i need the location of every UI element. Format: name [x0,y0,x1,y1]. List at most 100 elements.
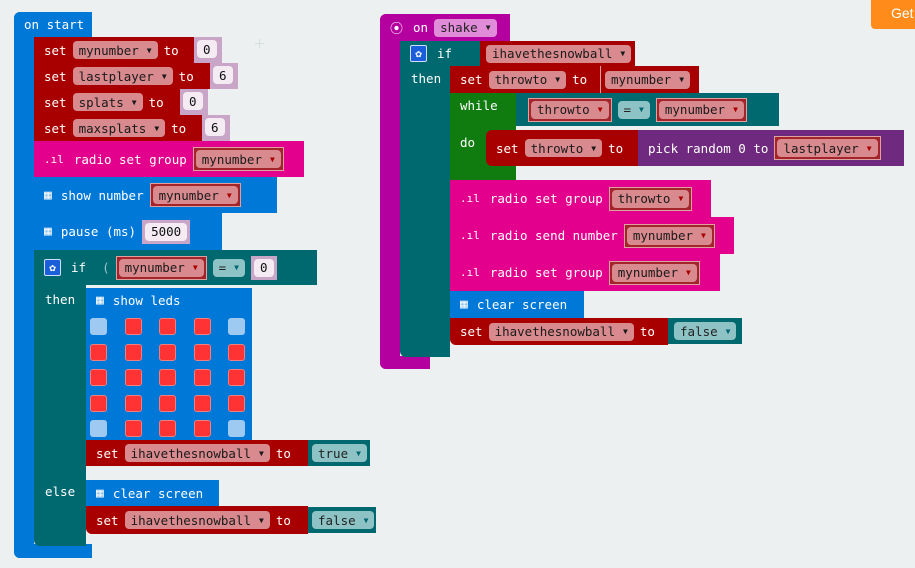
led-cell[interactable] [159,394,176,412]
number-input[interactable]: 0 [197,40,217,58]
number-input[interactable]: 6 [213,66,233,84]
led-cell[interactable] [193,420,211,437]
led-grid-icon: ▦ [460,297,468,312]
operator-dropdown[interactable]: = [212,258,245,277]
on-shake-block[interactable] [380,14,400,369]
led-cell[interactable] [124,420,142,437]
led-cell[interactable] [159,369,176,386]
show-leds-block[interactable]: ▦ show leds [86,288,252,440]
pick-random-block[interactable]: pick random 0 to lastplayer [638,130,904,166]
led-cell[interactable] [124,369,142,386]
set-ihavethesnowball-false-block[interactable]: set ihavethesnowball to [450,318,668,345]
led-cell[interactable] [193,318,211,335]
variable-dropdown[interactable]: maxsplats [72,119,166,137]
variable-dropdown[interactable]: ihavethesnowball [486,44,632,63]
variable-dropdown[interactable]: ihavethesnowball [124,511,270,529]
led-cell[interactable] [228,420,245,437]
variable-dropdown[interactable]: ihavethesnowball [488,322,634,341]
set-splats-block[interactable]: set splats to [34,89,180,115]
condition-reporter[interactable]: ihavethesnowball [480,41,635,66]
set-maxsplats-block[interactable]: set maxsplats to [34,115,202,141]
compare-value-input[interactable]: 0 [254,258,274,277]
show-number-block[interactable]: ▦ show number mynumber [34,177,277,213]
signal-icon: .ıl [44,152,64,166]
led-cell[interactable] [90,318,107,335]
led-cell[interactable] [159,343,176,361]
signal-icon: .ıl [460,266,480,279]
led-cell[interactable] [90,420,107,437]
gesture-dropdown[interactable]: shake [434,18,497,37]
radio-send-number-block[interactable]: .ıl radio send number mynumber [450,217,734,254]
variable-dropdown[interactable]: mynumber [72,41,158,59]
shake-if-block[interactable] [400,41,450,357]
shake-if-header[interactable]: ✿ if [400,41,480,66]
led-grid-icon: ▦ [96,293,104,308]
gear-icon[interactable]: ✿ [410,45,427,62]
variable-reporter[interactable]: mynumber [600,66,699,93]
boolean-wrap: true [308,440,370,466]
variable-reporter[interactable]: mynumber [115,255,207,280]
boolean-dropdown[interactable]: false [312,511,375,529]
led-cell[interactable] [124,394,142,412]
led-cell[interactable] [90,369,107,386]
led-cell[interactable] [193,369,211,386]
on-start-header[interactable]: on start [14,12,92,37]
variable-reporter[interactable]: mynumber [192,147,284,171]
operator-dropdown[interactable]: = [617,100,650,119]
pause-block[interactable]: ▦ pause (ms) 5000 [34,213,222,250]
variable-reporter[interactable]: mynumber [623,223,715,248]
set-throwto-block[interactable]: set throwto to [450,66,600,93]
variable-dropdown[interactable]: lastplayer [72,67,173,85]
set-ihavethesnowball-false-block[interactable]: set ihavethesnowball to [86,506,308,534]
led-grid-icon: ▦ [96,485,104,501]
clear-screen-block[interactable]: ▦ clear screen [86,480,219,506]
led-cell[interactable] [90,394,107,412]
gear-icon[interactable]: ✿ [44,259,61,276]
led-cell[interactable] [228,394,245,412]
variable-reporter[interactable]: throwto [528,97,612,122]
pause-ms-input[interactable]: 5000 [145,222,188,241]
variable-reporter[interactable]: mynumber [655,97,747,122]
number-input-wrap: 6 [202,115,230,141]
set-ihavethesnowball-true-block[interactable]: set ihavethesnowball to [86,440,308,466]
led-cell[interactable] [193,394,211,412]
led-cell[interactable] [159,420,176,437]
while-condition[interactable]: throwto = mynumber [516,93,779,126]
led-cell[interactable] [159,318,176,335]
on-start-block[interactable] [14,12,34,558]
led-cell[interactable] [228,369,245,386]
set-lastplayer-block[interactable]: set lastplayer to [34,63,210,89]
led-cell[interactable] [124,318,142,335]
led-cell[interactable] [228,343,245,361]
radio-set-group-throwto-block[interactable]: .ıl radio set group throwto [450,180,711,217]
variable-reporter[interactable]: lastplayer [774,136,881,160]
boolean-dropdown[interactable]: true [312,444,367,462]
signal-icon: .ıl [460,229,480,242]
variable-reporter[interactable]: mynumber [149,183,241,207]
if-header[interactable]: ✿ if ( mynumber = 0 [34,250,317,285]
number-input[interactable]: 6 [205,118,225,136]
number-input-wrap: 0 [194,37,222,63]
led-cell[interactable] [90,343,107,361]
variable-dropdown[interactable]: throwto [488,70,567,89]
radio-set-group-mynumber-block[interactable]: .ıl radio set group mynumber [450,254,720,291]
led-cell[interactable] [193,343,211,361]
set-mynumber-block[interactable]: set mynumber to [34,37,194,63]
get-started-button[interactable]: Get [871,0,915,29]
led-cell[interactable] [228,318,245,335]
variable-dropdown[interactable]: throwto [524,139,603,157]
number-input[interactable]: 0 [183,92,203,110]
variable-reporter[interactable]: mynumber [608,260,700,285]
variable-dropdown[interactable]: splats [72,93,143,111]
led-grid-icon: ▦ [44,187,52,203]
led-cell[interactable] [124,343,142,361]
variable-reporter[interactable]: throwto [608,186,693,211]
set-throwto-random-block[interactable]: set throwto to [486,130,638,166]
do-label: do [460,135,476,150]
boolean-dropdown[interactable]: false [674,322,737,340]
radio-set-group-block[interactable]: .ıl radio set group mynumber [34,141,304,177]
then-label: then [411,71,442,86]
variable-dropdown[interactable]: ihavethesnowball [124,444,270,462]
on-shake-header[interactable]: ⦿ on shake [380,14,510,41]
clear-screen-block[interactable]: ▦ clear screen [450,291,584,318]
